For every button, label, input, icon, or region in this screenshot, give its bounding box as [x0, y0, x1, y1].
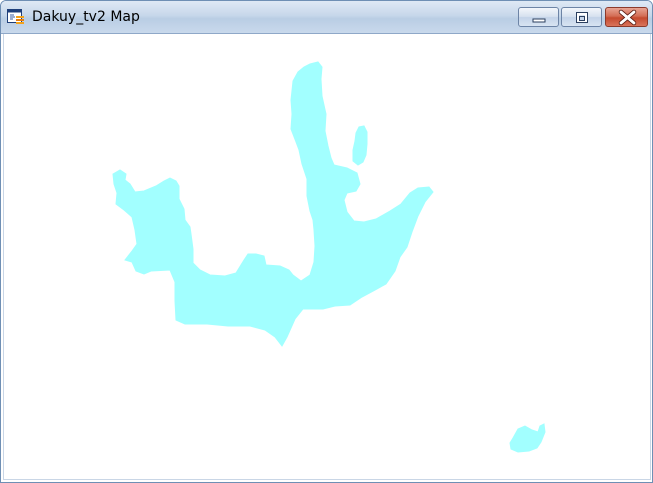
minimize-icon	[532, 18, 546, 23]
map-window: Dakuy_tv2 Map	[0, 0, 653, 483]
minimize-button[interactable]	[518, 7, 559, 27]
map-drawing	[112, 61, 546, 453]
close-icon	[618, 9, 637, 26]
close-button[interactable]	[605, 7, 648, 27]
maximize-button[interactable]	[561, 7, 602, 27]
east-pond[interactable]	[509, 423, 546, 453]
app-map-icon	[7, 9, 24, 24]
window-title: Dakuy_tv2 Map	[32, 9, 140, 25]
map-canvas[interactable]	[3, 34, 651, 480]
main-lake[interactable]	[112, 61, 434, 347]
north-inlet[interactable]	[352, 125, 368, 166]
maximize-icon	[576, 12, 588, 23]
title-bar[interactable]: Dakuy_tv2 Map	[1, 1, 652, 34]
